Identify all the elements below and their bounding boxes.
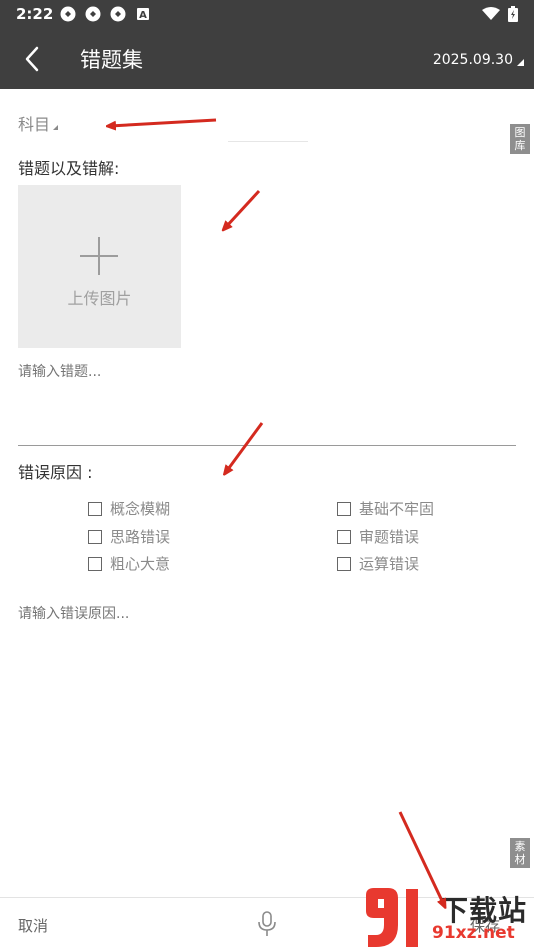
gallery-tab-char: 库 [514, 139, 526, 152]
checkbox[interactable] [88, 529, 102, 544]
gallery-tab-char: 图 [514, 126, 526, 139]
reason-label: 运算错误 [359, 555, 420, 573]
sync-icon [60, 6, 76, 22]
reason-input[interactable] [18, 604, 508, 624]
subject-dropdown[interactable]: 科目 [18, 111, 59, 135]
subject-label: 科目 [18, 115, 51, 134]
upload-image-button[interactable]: 上传图片 [18, 185, 181, 348]
reason-label: 审题错误 [359, 528, 420, 546]
dropdown-triangle-icon [53, 125, 59, 130]
reason-checkbox-reading[interactable]: 审题错误 [337, 526, 419, 547]
dropdown-triangle-icon [517, 58, 524, 66]
mistake-input[interactable] [18, 362, 508, 382]
a-badge-icon: A [137, 8, 149, 21]
reason-label: 粗心大意 [110, 555, 171, 573]
annotation-arrow-subject [110, 118, 217, 126]
annotation-arrow-reasons [226, 422, 264, 472]
wifi-icon [482, 7, 500, 20]
annotation-arrow-upload [225, 189, 261, 228]
watermark-logo-icon [366, 888, 418, 947]
sync-icon [85, 6, 101, 22]
reason-label: 概念模糊 [110, 500, 171, 518]
status-system-icons [482, 6, 518, 22]
reason-label: 基础不牢固 [359, 500, 435, 518]
reason-checkbox-careless[interactable]: 粗心大意 [88, 553, 170, 574]
watermark-url-text: 91xz.net [432, 923, 515, 943]
reason-checkbox-foundation[interactable]: 基础不牢固 [337, 498, 434, 519]
site-watermark: 下载站 91xz.net [360, 885, 534, 950]
mistake-section-label: 错题以及错解: [18, 159, 120, 178]
material-side-tab[interactable]: 素 材 [510, 838, 530, 868]
cancel-button[interactable]: 取消 [18, 915, 48, 936]
status-bar: 2:22 A [0, 0, 534, 28]
checkbox[interactable] [337, 529, 351, 544]
microphone-icon[interactable] [257, 911, 277, 937]
plus-icon [80, 237, 118, 275]
section-divider [18, 445, 516, 446]
back-button[interactable] [18, 44, 48, 74]
date-value: 2025.09.30 [432, 52, 513, 68]
reason-label: 思路错误 [110, 528, 171, 546]
checkbox[interactable] [337, 556, 351, 571]
app-bar: 错题集 2025.09.30 [0, 28, 534, 89]
page-title: 错题集 [80, 48, 143, 72]
reason-section-label: 错误原因 : [18, 463, 93, 482]
reason-checkbox-approach[interactable]: 思路错误 [88, 526, 170, 547]
upload-image-label: 上传图片 [67, 289, 132, 308]
material-tab-char: 素 [514, 840, 526, 853]
date-selector[interactable]: 2025.09.30 [433, 52, 524, 68]
reason-checkbox-calculation[interactable]: 运算错误 [337, 553, 419, 574]
checkbox[interactable] [88, 501, 102, 516]
gallery-side-tab[interactable]: 图 库 [510, 124, 530, 154]
battery-icon [508, 6, 518, 22]
svg-text:A: A [139, 10, 147, 21]
status-time: 2:22 [16, 5, 54, 23]
checkbox[interactable] [337, 501, 351, 516]
checkbox[interactable] [88, 556, 102, 571]
subject-underline [228, 141, 308, 142]
material-tab-char: 材 [514, 853, 526, 866]
status-notification-icons: A [60, 6, 151, 22]
sync-icon [110, 6, 126, 22]
reason-checkbox-concept[interactable]: 概念模糊 [88, 498, 170, 519]
